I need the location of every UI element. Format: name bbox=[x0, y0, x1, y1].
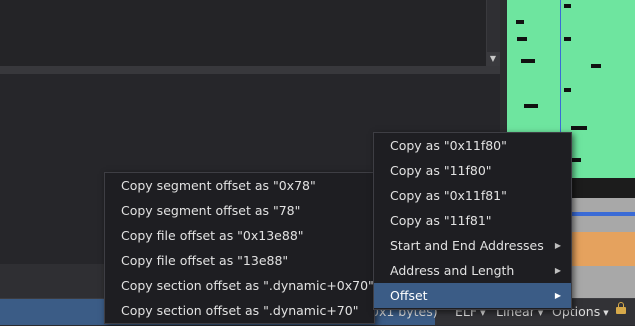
pane-splitter[interactable] bbox=[0, 66, 506, 74]
menu-item-label: Offset bbox=[390, 288, 428, 303]
feature-map-mark bbox=[524, 104, 538, 108]
feature-map-mark bbox=[571, 158, 581, 162]
lock-icon[interactable] bbox=[616, 302, 626, 314]
menu-item-copy-section-offset-hex[interactable]: Copy section offset as ".dynamic+0x70" bbox=[105, 273, 374, 298]
menu-item-copy-file-offset[interactable]: Copy file offset as "13e88" bbox=[105, 248, 374, 273]
submenu-arrow-icon: ▶ bbox=[554, 266, 561, 275]
menu-item-copy-segment-offset-hex[interactable]: Copy segment offset as "0x78" bbox=[105, 173, 374, 198]
menu-item-address-and-length[interactable]: Address and Length ▶ bbox=[374, 258, 571, 283]
submenu-arrow-icon: ▶ bbox=[554, 291, 561, 300]
menu-item-copy-end[interactable]: Copy as "11f81" bbox=[374, 208, 571, 233]
feature-map-mark bbox=[591, 64, 601, 68]
feature-map-mark bbox=[564, 88, 571, 92]
copy-context-menu: Copy as "0x11f80" Copy as "11f80" Copy a… bbox=[373, 132, 572, 310]
menu-item-copy-hex-start[interactable]: Copy as "0x11f80" bbox=[374, 133, 571, 158]
menu-item-start-and-end-addresses[interactable]: Start and End Addresses ▶ bbox=[374, 233, 571, 258]
feature-map-mark bbox=[521, 59, 535, 63]
offset-submenu: Copy segment offset as "0x78" Copy segme… bbox=[104, 172, 375, 324]
feature-map-mark bbox=[516, 20, 524, 24]
scroll-down-arrow-icon[interactable]: ▼ bbox=[486, 52, 500, 66]
menu-item-copy-start[interactable]: Copy as "11f80" bbox=[374, 158, 571, 183]
menu-item-label: Address and Length bbox=[390, 263, 515, 278]
chevron-down-icon: ▼ bbox=[603, 308, 609, 317]
menu-item-copy-hex-end[interactable]: Copy as "0x11f81" bbox=[374, 183, 571, 208]
feature-map-mark bbox=[517, 37, 527, 41]
editor-pane-top[interactable] bbox=[0, 0, 486, 66]
feature-map-mark bbox=[564, 4, 571, 8]
menu-item-label: Start and End Addresses bbox=[390, 238, 544, 253]
menu-item-copy-segment-offset[interactable]: Copy segment offset as "78" bbox=[105, 198, 374, 223]
feature-map-mark bbox=[564, 37, 571, 41]
feature-map-mark bbox=[571, 126, 587, 130]
menu-item-copy-file-offset-hex[interactable]: Copy file offset as "0x13e88" bbox=[105, 223, 374, 248]
submenu-arrow-icon: ▶ bbox=[554, 241, 561, 250]
menu-item-copy-section-offset[interactable]: Copy section offset as ".dynamic+70" bbox=[105, 298, 374, 323]
menu-item-offset[interactable]: Offset ▶ bbox=[374, 283, 571, 308]
